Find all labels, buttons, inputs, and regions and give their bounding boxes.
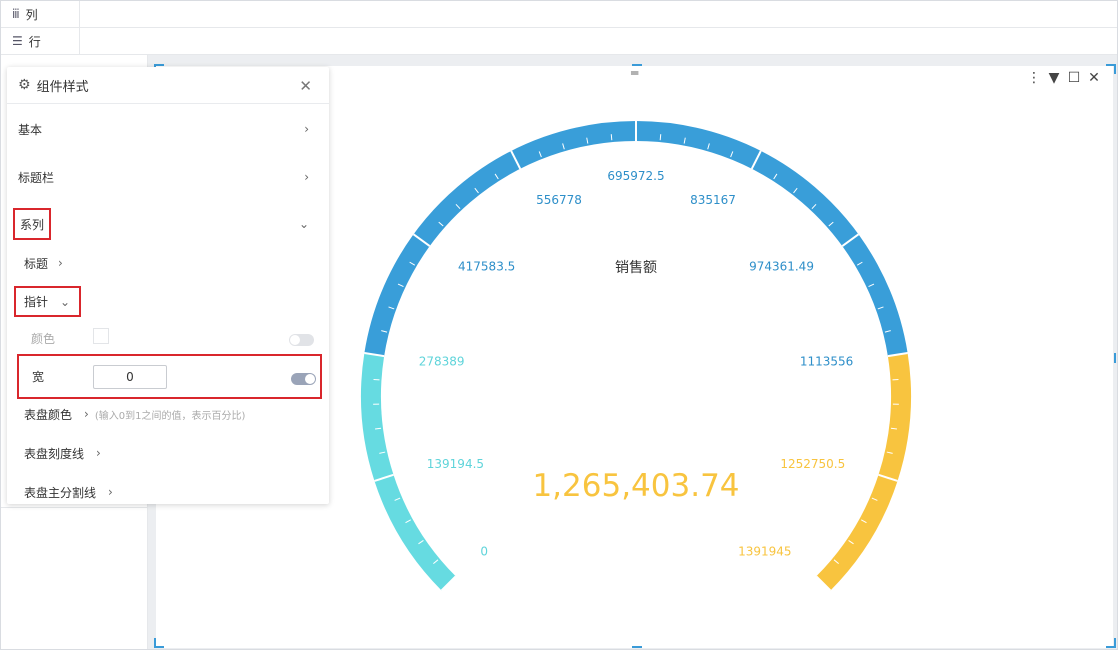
columns-label: 列 [26, 6, 38, 23]
gear-icon: ⚙ [18, 77, 31, 93]
gauge-tick-label: 139194.5 [427, 457, 484, 471]
section-basic-label: 基本 [18, 121, 42, 138]
subsection-title[interactable]: 标题 › [7, 253, 329, 273]
component-style-panel: ⚙ 组件样式 ✕ 基本 › 标题栏 › 系列 ⌄ 标题 › 指针 ⌄ 颜色 宽 … [7, 67, 329, 504]
columns-icon: ⅲ [12, 7, 21, 21]
section-title-bar[interactable]: 标题栏 › [7, 167, 329, 187]
columns-shelf-label: ⅲ 列 [1, 1, 80, 27]
dial-ticks-row[interactable]: 表盘刻度线 › [7, 443, 329, 463]
gauge-tick-label: 1391945 [738, 545, 791, 559]
columns-shelf[interactable]: ⅲ 列 [1, 1, 1117, 28]
pointer-highlight-box: 指针 ⌄ [14, 286, 81, 317]
dial-main-split-label: 表盘主分割线 [24, 484, 96, 501]
section-series[interactable]: 系列 ⌄ [7, 208, 329, 240]
filter-icon[interactable]: ▼ [1047, 70, 1061, 86]
chevron-down-icon: ⌄ [299, 217, 309, 231]
chevron-right-icon: › [108, 485, 113, 499]
gauge-tick-label: 974361.49 [749, 260, 814, 274]
pointer-color-row: 颜色 [7, 327, 329, 349]
pointer-width-row: 宽 0 [17, 354, 322, 399]
widget-toolbar: ⋮ ▼ ☐ ✕ [1027, 70, 1101, 86]
close-icon[interactable]: ✕ [299, 77, 312, 95]
list-icon: ☰ [12, 34, 24, 48]
drag-handle-icon[interactable]: ═ [631, 66, 638, 80]
section-basic[interactable]: 基本 › [7, 119, 329, 139]
gauge-tick-label: 417583.5 [458, 260, 515, 274]
pointer-width-label: 宽 [32, 368, 44, 385]
width-toggle[interactable] [291, 373, 316, 385]
section-series-label: 系列 [20, 216, 44, 233]
color-swatch[interactable] [93, 328, 109, 344]
dial-color-label: 表盘颜色 [24, 406, 72, 423]
close-widget-icon[interactable]: ✕ [1087, 70, 1101, 86]
section-title-bar-label: 标题栏 [18, 169, 54, 186]
gauge-tick-label: 1252750.5 [780, 457, 845, 471]
resize-handle-br-v[interactable] [1114, 638, 1116, 648]
gauge-tick-label: 1113556 [800, 355, 853, 369]
panel-title: 组件样式 [37, 76, 89, 95]
gauge-minor-tick [660, 134, 661, 140]
gauge-tick-label: 0 [480, 545, 488, 559]
resize-handle-bottom[interactable] [632, 646, 642, 648]
chevron-right-icon: › [96, 446, 101, 460]
dial-ticks-label: 表盘刻度线 [24, 445, 84, 462]
resize-handle-top[interactable] [632, 64, 642, 66]
panel-header: ⚙ 组件样式 ✕ [7, 67, 329, 104]
pointer-width-input[interactable]: 0 [93, 365, 167, 389]
dial-color-row[interactable]: 表盘颜色 › (输入0到1之间的值，表示百分比) [7, 404, 329, 424]
chevron-right-icon: › [84, 407, 89, 421]
rows-shelf[interactable]: ☰ 行 [1, 28, 1117, 55]
more-icon[interactable]: ⋮ [1027, 70, 1041, 86]
series-highlight-box: 系列 [13, 208, 51, 240]
subsection-pointer-label: 指针 [24, 293, 48, 310]
gauge-tick-label: 556778 [536, 193, 582, 207]
chevron-right-icon: › [304, 170, 309, 184]
sidebar-divider [1, 507, 148, 508]
chevron-down-icon: ⌄ [60, 295, 70, 309]
subsection-pointer[interactable]: 指针 ⌄ [7, 286, 329, 317]
resize-handle-right[interactable] [1114, 353, 1116, 363]
rows-shelf-label: ☰ 行 [1, 28, 80, 54]
resize-handle-bl-v[interactable] [154, 638, 156, 648]
gauge-tick-label: 278389 [419, 355, 465, 369]
subsection-title-label: 标题 [24, 255, 48, 272]
gauge-minor-tick [611, 134, 612, 140]
color-toggle[interactable] [289, 334, 314, 346]
gauge-tick-label: 695972.5 [607, 169, 664, 183]
chevron-right-icon: › [304, 122, 309, 136]
dial-main-split-row[interactable]: 表盘主分割线 › [7, 482, 329, 502]
pointer-color-label: 颜色 [31, 330, 55, 347]
chevron-right-icon: › [58, 256, 63, 270]
gauge-tick-label: 835167 [690, 193, 736, 207]
maximize-icon[interactable]: ☐ [1067, 70, 1081, 86]
gauge-title: 销售额 [615, 260, 657, 276]
rows-label: 行 [29, 33, 41, 50]
gauge-band-1 [374, 131, 897, 355]
resize-handle-tr-v[interactable] [1114, 64, 1116, 74]
dial-hint: (输入0到1之间的值，表示百分比) [95, 407, 246, 422]
gauge-value: 1,265,403.74 [532, 468, 739, 504]
